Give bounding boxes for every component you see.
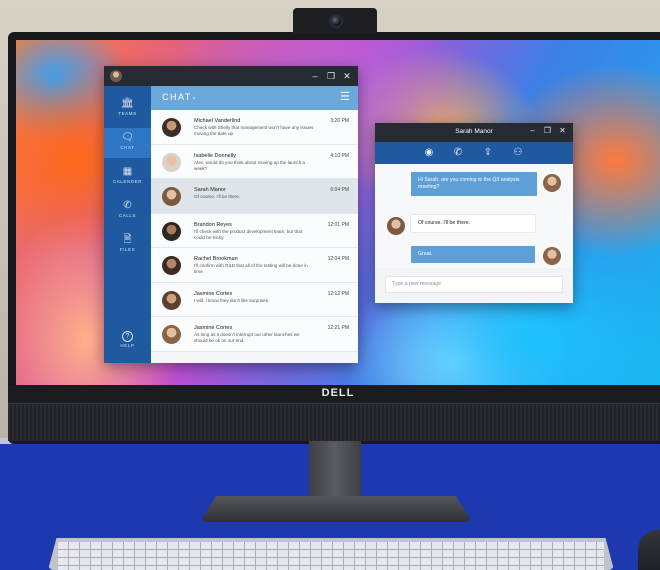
message-time: 12:21 PM [327,325,349,331]
avatar [387,217,405,235]
avatar [543,247,561,265]
message-preview: Check with Shelly that management won't … [194,125,314,136]
rail-label: FILES [119,247,136,252]
rail-label: HELP [120,343,135,348]
message-time: 6:04 PM [330,187,349,193]
message-preview: I'll confirm with R&D that all of the te… [194,263,308,274]
webcam [293,8,377,34]
brand-logo: DELL [321,387,355,399]
contact-name: Sarah Manor [194,187,226,193]
contact-name: Rachel Brookman [194,256,238,262]
message-time: 3:20 PM [330,118,349,124]
user-avatar[interactable] [110,70,122,82]
minimize-button[interactable]: – [528,126,537,135]
rail-item-calls[interactable]: ✆ CALLS [104,196,151,226]
teams-icon: 🏛 [121,98,134,109]
message-time: 12:01 PM [327,221,349,228]
conversation-item[interactable]: Jasmine Cortes I will. I know they don't… [151,282,358,317]
rail-item-files[interactable]: 🗎 FILES [104,230,151,260]
conversation-item[interactable]: Brandon Reyes I'll check with the produc… [151,213,358,248]
message-time: 12:04 PM [327,256,349,262]
message-preview: Of course. I'll be there. [194,194,241,199]
message-preview: Alex, would do you think about moving up… [194,159,306,171]
monitor-base [200,496,472,522]
rail-label: TEAMS [118,111,137,116]
message-time: 12:12 PM [327,290,349,297]
monitor-stand [309,441,361,499]
help-icon: ? [122,331,133,342]
webcam-lens [329,14,343,28]
message-preview: As long as it doesn't interrupt our othe… [194,332,300,343]
menu-icon[interactable]: ☰ [340,90,350,103]
chat-list-header: CHAT ⌄ ☰ [151,86,358,110]
message-thread: Hi Sarah, are you coming to the Q3 analy… [375,164,573,268]
conversation-window: Sarah Manor – ❐ ✕ ◉ ✆ ⇪ ⚇ Hi Sarah, are … [375,123,573,303]
conversation-item[interactable]: Rachel Brookman I'll confirm with R&D th… [151,248,358,283]
conversation-item[interactable]: Jasmine Cortes As long as it doesn't int… [151,317,358,352]
avatar [162,221,181,241]
chat-app-window: – ❐ ✕ 🏛 TEAMS 🗨 CHAT ▦ CALENDER ✆ CALLS … [104,66,358,363]
chat-icon: 🗨 [121,132,134,143]
message-preview: I'll check with the product development … [194,228,303,240]
rail-label: CHAT [120,145,135,150]
rail-item-calendar[interactable]: ▦ CALENDER [104,162,151,192]
message-input[interactable]: Type a new message [385,276,563,293]
contact-name: Brandon Reyes [194,221,232,228]
avatar [162,256,181,275]
conversation-list: Michael Vanderlind Check with Shelly tha… [151,110,358,363]
rail-label: CALENDER [112,179,143,184]
rail-item-teams[interactable]: 🏛 TEAMS [104,94,151,124]
message-bubble-sent: Great. [411,246,535,263]
message-bubble-received: Of course. I'll be there. [411,215,535,232]
calendar-icon: ▦ [122,166,133,177]
close-button[interactable]: ✕ [342,70,352,82]
conversation-title-bar[interactable]: Sarah Manor – ❐ ✕ [375,123,573,142]
avatar [162,325,181,344]
rail-item-help[interactable]: ? HELP [104,328,151,358]
avatar [162,152,181,172]
contact-name: Isabelle Donnelly [194,152,236,159]
message-time: 4:10 PM [330,152,349,159]
avatar [162,118,181,137]
message-preview: I will. I know they don't like surprises… [194,297,270,303]
rail-label: CALLS [118,213,137,218]
conversation-item[interactable]: Michael Vanderlind Check with Shelly tha… [151,110,358,145]
call-toolbar: ◉ ✆ ⇪ ⚇ [375,142,573,164]
keyboard-keys [58,542,604,570]
maximize-button[interactable]: ❐ [326,70,336,82]
add-person-icon[interactable]: ⚇ [511,146,525,160]
nav-rail: 🏛 TEAMS 🗨 CHAT ▦ CALENDER ✆ CALLS 🗎 FILE… [104,86,151,363]
avatar [543,174,561,192]
contact-name: Jasmine Cortes [194,290,233,297]
rail-item-chat[interactable]: 🗨 CHAT [104,128,151,158]
contact-name: Michael Vanderlind [194,118,241,124]
avatar [162,187,181,206]
phone-icon[interactable]: ✆ [451,146,465,160]
screen-share-icon[interactable]: ⇪ [481,146,495,160]
contact-name: Jasmine Cortes [194,325,233,331]
files-icon: 🗎 [123,234,132,245]
phone-icon: ✆ [123,200,132,211]
avatar [162,290,181,310]
chevron-down-icon[interactable]: ⌄ [191,93,197,101]
minimize-button[interactable]: – [310,70,320,82]
speaker-bar [8,403,660,441]
conversation-item[interactable]: Isabelle Donnelly Alex, would do you thi… [151,144,358,179]
app-title-bar[interactable]: – ❐ ✕ [104,66,358,86]
maximize-button[interactable]: ❐ [543,126,552,135]
message-bubble-sent: Hi Sarah, are you coming to the Q3 analy… [411,172,537,196]
chat-title[interactable]: CHAT [162,92,192,102]
conversation-item-selected[interactable]: Sarah Manor Of course. I'll be there. 6:… [151,179,358,214]
close-button[interactable]: ✕ [558,126,567,135]
webcam-icon[interactable]: ◉ [422,146,436,160]
